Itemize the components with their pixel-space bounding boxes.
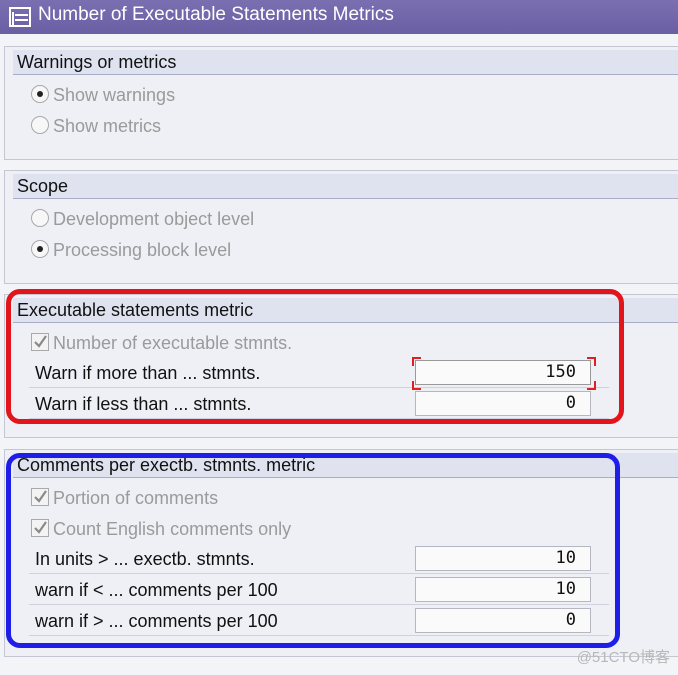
portion-of-comments-label: Portion of comments (53, 488, 219, 508)
warnings-group-title: Warnings or metrics (13, 50, 678, 75)
development-object-level-label: Development object level (53, 209, 255, 229)
executable-statements-group-title: Executable statements metric (13, 298, 678, 323)
checkbox-checked-icon[interactable] (31, 519, 49, 537)
warn-above-comments-row: warn if > ... comments per 100 0 (29, 607, 609, 636)
window-menu-icon[interactable] (9, 7, 31, 27)
show-metrics-label: Show metrics (53, 116, 162, 136)
radio-selected-icon[interactable] (31, 85, 49, 103)
warn-below-comments-input[interactable]: 10 (415, 577, 591, 602)
radio-selected-icon[interactable] (31, 240, 49, 258)
warn-below-comments-label: warn if < ... comments per 100 (35, 580, 278, 600)
warn-more-than-label: Warn if more than ... stmnts. (35, 363, 261, 383)
scope-group: Scope Development object level Processin… (4, 170, 678, 284)
warn-below-comments-row: warn if < ... comments per 100 10 (29, 576, 609, 605)
radio-unselected-icon[interactable] (31, 209, 49, 227)
warn-less-than-row: Warn if less than ... stmnts. 0 (29, 390, 609, 419)
focus-corner-top-right (587, 357, 596, 366)
in-units-input[interactable]: 10 (415, 546, 591, 571)
warn-above-comments-label: warn if > ... comments per 100 (35, 611, 278, 631)
focus-corner-bottom-left (412, 381, 421, 390)
warn-above-comments-input[interactable]: 0 (415, 608, 591, 633)
checkbox-checked-icon[interactable] (31, 488, 49, 506)
scope-group-title: Scope (13, 174, 678, 199)
radio-unselected-icon[interactable] (31, 116, 49, 134)
title-bar: Number of Executable Statements Metrics (0, 0, 678, 34)
warn-less-than-label: Warn if less than ... stmnts. (35, 394, 252, 414)
window-title: Number of Executable Statements Metrics (38, 4, 394, 25)
warnings-group: Warnings or metrics Show warnings Show m… (4, 46, 678, 160)
in-units-label: In units > ... exectb. stmnts. (35, 549, 255, 569)
focus-corner-bottom-right (587, 381, 596, 390)
warn-less-than-input[interactable]: 0 (415, 391, 591, 416)
watermark: @51CTO博客 (576, 649, 670, 666)
in-units-row: In units > ... exectb. stmnts. 10 (29, 545, 609, 574)
comments-metric-group: Comments per exectb. stmnts. metric Port… (4, 449, 678, 657)
focus-corner-top-left (412, 357, 421, 366)
show-warnings-label: Show warnings (53, 85, 176, 105)
checkbox-checked-icon[interactable] (31, 333, 49, 351)
processing-block-level-label: Processing block level (53, 240, 232, 260)
count-english-comments-label: Count English comments only (53, 519, 292, 539)
warn-more-than-row: Warn if more than ... stmnts. 150 (29, 357, 609, 390)
executable-statements-group: Executable statements metric Number of e… (4, 294, 678, 438)
comments-metric-group-title: Comments per exectb. stmnts. metric (13, 453, 678, 478)
number-of-executable-stmnts-label: Number of executable stmnts. (53, 333, 293, 353)
warn-more-than-input[interactable]: 150 (415, 360, 591, 385)
